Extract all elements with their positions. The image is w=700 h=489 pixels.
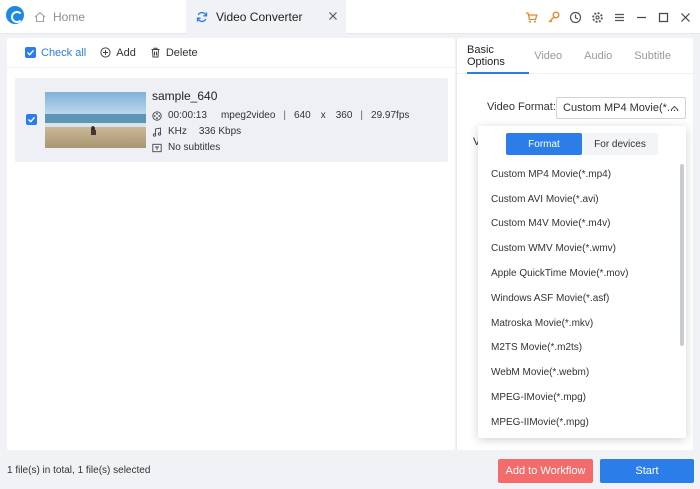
segment-for-devices[interactable]: For devices — [582, 133, 658, 155]
tab-video[interactable]: Video — [534, 50, 562, 62]
app-logo-icon — [6, 6, 24, 24]
format-option[interactable]: MPEG-IIMovie(*.mpg) — [478, 410, 678, 435]
file-audio-rate: KHz — [168, 126, 187, 137]
format-option[interactable]: Custom AVI Movie(*.avi) — [478, 187, 678, 212]
format-list: Custom MP4 Movie(*.mp4) Custom AVI Movie… — [478, 162, 678, 435]
tab-basic-options[interactable]: Basic Options — [467, 44, 512, 68]
file-name: sample_640 — [152, 89, 218, 103]
check-all-button[interactable]: Check all — [25, 47, 86, 59]
format-option[interactable]: WebM Movie(*.webm) — [478, 360, 678, 385]
add-label: Add — [116, 46, 136, 59]
format-option[interactable]: MPEG-IMovie(*.mpg) — [478, 385, 678, 410]
format-option[interactable]: Custom MP4 Movie(*.mp4) — [478, 162, 678, 187]
video-thumbnail[interactable] — [45, 92, 146, 148]
tab-close-icon[interactable] — [328, 11, 338, 21]
file-subtitle-meta: No subtitles — [152, 142, 220, 153]
video-format-value: Custom MP4 Movie(*.... — [563, 102, 680, 114]
tab-audio[interactable]: Audio — [584, 50, 612, 62]
music-note-icon — [152, 126, 162, 137]
chevron-up-icon — [670, 105, 679, 111]
format-dropdown: Format For devices Custom MP4 Movie(*.mp… — [478, 126, 686, 438]
file-fps: 29.97fps — [371, 110, 410, 121]
delete-label: Delete — [165, 46, 198, 59]
clock-icon[interactable] — [569, 11, 582, 24]
delete-button[interactable]: Delete — [150, 47, 198, 59]
maximize-icon[interactable] — [657, 11, 670, 24]
tab-video-converter-label: Video Converter — [216, 10, 303, 24]
format-option[interactable]: Apple QuickTime Movie(*.mov) — [478, 261, 678, 286]
file-height: 360 — [335, 110, 353, 121]
check-all-checkbox[interactable] — [25, 47, 36, 58]
options-tabs: Basic Options Video Audio Subtitle — [457, 38, 693, 74]
meta-separator: | — [360, 110, 364, 121]
sync-icon — [196, 11, 208, 23]
active-tab-indicator — [467, 72, 529, 74]
file-dimension-x: x — [320, 110, 326, 121]
format-option[interactable]: M2TS Movie(*.m2ts) — [478, 336, 678, 361]
add-button[interactable]: Add — [100, 47, 136, 59]
file-bitrate: 336 Kbps — [198, 126, 242, 137]
tab-home[interactable]: Home — [34, 0, 85, 34]
selection-status: 1 file(s) in total, 1 file(s) selected — [7, 465, 151, 476]
plus-circle-icon — [100, 47, 111, 58]
start-button[interactable]: Start — [600, 459, 694, 483]
file-toolbar: Check all Add Delete — [7, 38, 455, 68]
segment-format[interactable]: Format — [506, 133, 582, 155]
video-format-label: Video Format: — [487, 101, 556, 113]
file-width: 640 — [294, 110, 311, 121]
file-codec: mpeg2video — [220, 110, 276, 121]
format-option[interactable]: Windows ASF Movie(*.asf) — [478, 286, 678, 311]
tab-subtitle[interactable]: Subtitle — [634, 50, 671, 62]
video-format-select[interactable]: Custom MP4 Movie(*.... — [556, 97, 686, 119]
file-duration: 00:00:13 — [168, 110, 207, 121]
menu-icon[interactable] — [613, 11, 626, 24]
home-icon — [34, 11, 46, 23]
check-all-label: Check all — [41, 46, 87, 59]
file-subtitles: No subtitles — [168, 142, 221, 153]
film-reel-icon — [152, 110, 162, 121]
file-checkbox[interactable] — [26, 114, 37, 125]
key-icon[interactable] — [547, 11, 560, 24]
tab-video-converter[interactable]: Video Converter — [186, 0, 346, 34]
dropdown-scrollbar[interactable] — [680, 164, 684, 346]
gear-icon[interactable] — [591, 11, 604, 24]
tab-home-label: Home — [53, 10, 86, 24]
title-bar: Home Video Converter — [0, 0, 700, 34]
format-option[interactable]: Custom M4V Movie(*.m4v) — [478, 212, 678, 237]
window-controls — [525, 0, 692, 34]
format-option[interactable]: Custom WMV Movie(*.wmv) — [478, 236, 678, 261]
add-to-workflow-button[interactable]: Add to Workflow — [498, 459, 593, 483]
file-row[interactable]: sample_640 00:00:13 mpeg2video | 640 x 3… — [15, 78, 448, 162]
format-option[interactable]: Matroska Movie(*.mkv) — [478, 311, 678, 336]
file-audio-meta: KHz 336 Kbps — [152, 126, 241, 137]
cart-icon[interactable] — [525, 11, 538, 24]
minimize-icon[interactable] — [635, 11, 648, 24]
file-list-panel: Check all Add Delete sample_640 00:00:13… — [7, 38, 455, 450]
format-category-switch: Format For devices — [506, 133, 658, 155]
file-video-meta: 00:00:13 mpeg2video | 640 x 360 | 29.97f… — [152, 110, 409, 121]
trash-icon — [151, 47, 160, 58]
close-icon[interactable] — [679, 11, 692, 24]
subtitle-icon — [152, 143, 162, 152]
meta-separator: | — [283, 110, 287, 121]
